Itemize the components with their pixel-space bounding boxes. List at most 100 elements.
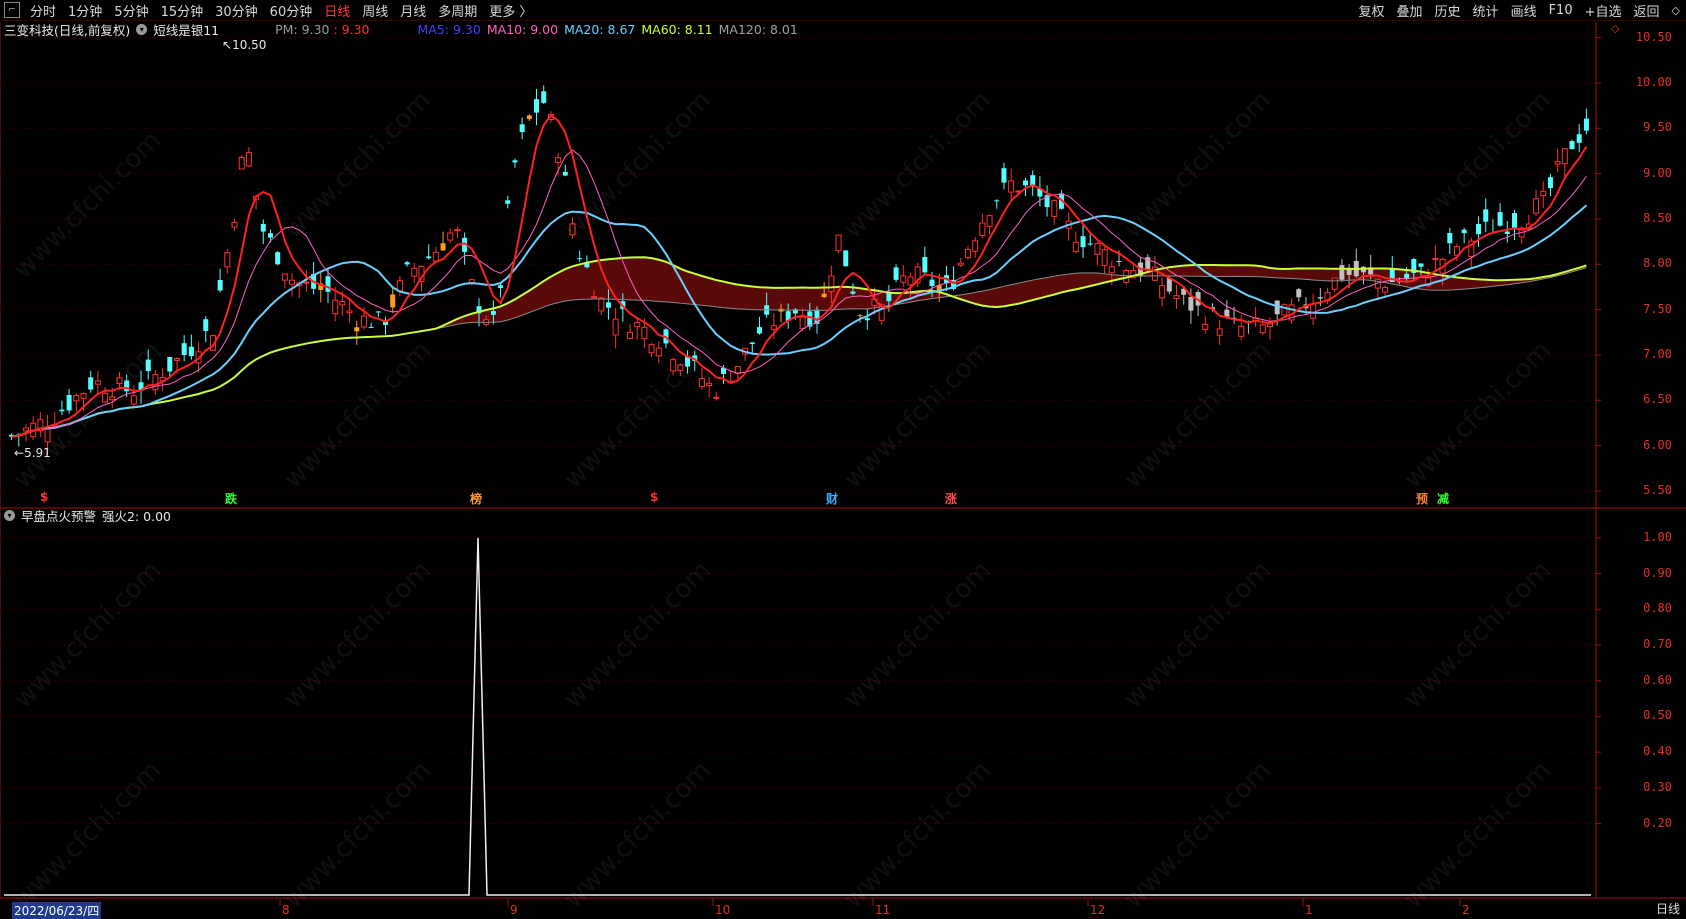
candle-body [534, 99, 540, 113]
ma10-label: MA10: 9.00 [486, 22, 559, 37]
candle-body [1008, 180, 1015, 193]
candle-body [1259, 324, 1266, 334]
indicator-name[interactable]: 短线是银11 [153, 20, 219, 39]
main-panel-legend: 三变科技(日线,前复权) ▾ 短线是银11 PM: 9.30 : 9.30 MA… [4, 20, 804, 39]
candle-body [591, 296, 598, 299]
candle-body [749, 342, 755, 344]
candle-body [1511, 213, 1517, 228]
candle-body [432, 251, 439, 262]
candle-body [886, 292, 892, 302]
candle-body [994, 200, 1000, 202]
candle-body [1554, 161, 1561, 165]
candle-body [1576, 134, 1582, 143]
sub-indicator-toggle-icon[interactable]: ▾ [4, 510, 15, 521]
candle-body [498, 285, 504, 288]
ma120-label: MA120: 8.01 [718, 22, 798, 37]
candle-body [1540, 190, 1547, 197]
event-marker[interactable]: $ [40, 490, 48, 504]
candle-body [1166, 278, 1172, 292]
period-switch-button[interactable]: 日线 [1656, 900, 1680, 917]
candle-body [260, 223, 266, 232]
date-tick-label: 11 [875, 903, 891, 917]
event-marker[interactable]: $ [650, 490, 658, 504]
candle-body [979, 222, 986, 237]
candle-body [1238, 325, 1245, 337]
candle-body [821, 293, 827, 297]
candle-body [411, 267, 418, 277]
price-tick-label: 8.50 [1643, 210, 1672, 225]
candle-body [281, 273, 288, 281]
candle-body [1447, 232, 1453, 244]
candle-body [598, 297, 605, 312]
sub-indicator-value: 强火2: 0.00 [102, 509, 171, 524]
event-marker[interactable]: 财 [826, 490, 838, 507]
candle-body [396, 280, 403, 292]
candle-body [66, 395, 72, 411]
high-price-label: ↖10.50 [222, 38, 267, 52]
candle-body [339, 300, 346, 306]
price-tick-label: 7.50 [1643, 301, 1672, 316]
candle-body [713, 396, 720, 399]
chart-settings-icon[interactable]: ◇ [1611, 22, 1619, 35]
candle-body [375, 311, 381, 313]
candle-body [1476, 224, 1482, 235]
sub-indicator-name[interactable]: 早盘点火预警 [21, 506, 96, 525]
price-tick-label: 9.50 [1643, 120, 1672, 135]
value-tick-label: 0.80 [1643, 601, 1672, 616]
candle-body [332, 299, 339, 315]
candle-body [957, 262, 964, 266]
candle-body [203, 319, 209, 331]
ma60-label: MA60: 8.11 [641, 22, 713, 37]
candle-body [447, 232, 454, 241]
indicator-toggle-icon[interactable]: ▾ [136, 24, 148, 35]
event-marker[interactable]: 涨 [945, 490, 957, 507]
candle-body [964, 248, 971, 258]
pm-label: PM: 9.30 [275, 22, 330, 37]
candle-body [59, 409, 65, 412]
candle-body [440, 243, 446, 251]
candle-body [1483, 209, 1489, 222]
ma20-line [11, 204, 1588, 438]
candle-body [167, 356, 173, 372]
event-marker[interactable]: 减 [1437, 490, 1449, 507]
candle-body [404, 262, 410, 265]
candle-body [490, 311, 496, 315]
date-tick-label: 10 [715, 903, 731, 917]
candle-body [893, 267, 899, 280]
candle-body [770, 325, 777, 330]
value-tick-label: 0.50 [1643, 708, 1672, 723]
price-tick-label: 8.00 [1643, 256, 1672, 271]
candle-body [641, 326, 648, 340]
candle-body [360, 315, 367, 328]
candle-body [224, 252, 231, 268]
price-tick-label: 10.00 [1635, 74, 1672, 89]
candle-body [1331, 277, 1338, 290]
candle-body [1432, 257, 1439, 260]
candle-body [1101, 249, 1108, 266]
date-tick-label: 8 [282, 903, 290, 917]
candle-body [217, 279, 223, 291]
candle-body [850, 291, 856, 294]
candle-body [1116, 260, 1122, 262]
candle-body [231, 221, 238, 228]
candle-body [828, 275, 835, 292]
candle-body [1051, 200, 1058, 217]
price-tick-label: 9.00 [1643, 165, 1672, 180]
candle-body [562, 171, 568, 176]
candle-body [303, 281, 310, 284]
candle-body [1001, 168, 1007, 183]
candle-body [245, 152, 252, 167]
candle-body [275, 252, 281, 265]
event-marker[interactable]: 榜 [470, 490, 482, 507]
candle-body [706, 382, 713, 386]
candle-body [698, 378, 705, 388]
candle-body [390, 294, 396, 308]
candle-body [541, 91, 547, 103]
event-marker[interactable]: 跌 [225, 490, 237, 507]
candle-body [922, 256, 928, 273]
candle-body [181, 343, 187, 355]
candle-body [512, 160, 518, 163]
candle-body [1404, 273, 1410, 279]
candle-body [468, 279, 475, 283]
price-tick-label: 6.00 [1643, 437, 1672, 452]
